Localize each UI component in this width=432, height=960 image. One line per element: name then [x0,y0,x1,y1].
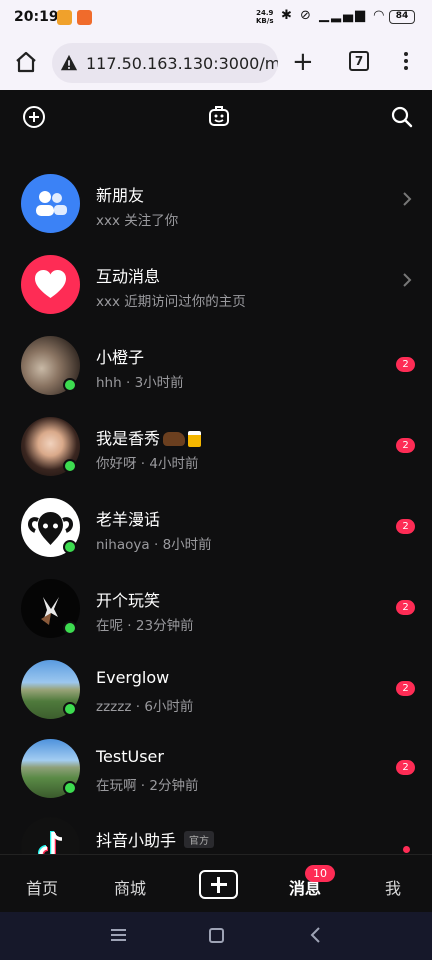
conversation-list: 新朋友 xxx 关注了你 互动消息 xxx 近期访问过你的主页 小橙子 hhh … [0,146,432,854]
chevron-right-icon [403,192,412,206]
system-navigation-bar [0,912,432,960]
conversation-name: Everglow [96,668,170,687]
tab-switcher-button[interactable]: 7 [349,51,369,71]
unread-badge: 2 [396,760,415,775]
home-button-icon[interactable] [209,928,224,943]
notification-app-icon-2 [77,10,92,25]
add-icon[interactable] [23,106,45,128]
status-bar: 20:19 24.9 KB/s ✱ ⊘ ▁▂▄▆ ◠ 84 [0,0,432,36]
tiktok-logo-icon [21,817,80,854]
bottom-nav: 首页 商城 消息 10 我 [0,854,432,912]
unread-dot [403,846,410,853]
nav-mall[interactable]: 商城 [114,875,146,899]
nav-me[interactable]: 我 [385,875,401,899]
messages-badge: 10 [305,865,335,882]
url-text[interactable]: 117.50.163.130:3000/messages [86,54,278,73]
online-indicator [63,781,77,795]
battery-icon: 84 [389,10,415,24]
online-indicator [63,702,77,716]
chevron-right-icon [403,273,412,287]
unread-badge: 2 [396,681,415,696]
unread-badge: 2 [396,357,415,372]
search-icon[interactable] [391,106,413,128]
conversation-preview: hhh · 3小时前 [96,375,184,391]
home-icon[interactable] [14,50,38,74]
network-speed: 24.9 KB/s [256,9,274,25]
official-tag: 官方 [184,831,215,848]
list-item-chat[interactable]: 我是香秀 你好呀 · 4小时前 2 [0,405,432,485]
conversation-name: 开个玩笑 [96,591,161,610]
list-item-new-friends[interactable]: 新朋友 xxx 关注了你 [0,162,432,242]
conversation-preview: 在呢 · 23分钟前 [96,618,194,634]
nav-home[interactable]: 首页 [26,875,58,899]
conversation-preview: 在玩啊 · 2分钟前 [96,778,199,794]
conversation-name: 小橙子 [96,348,145,367]
heart-icon [21,255,80,314]
new-tab-button[interactable]: + [292,49,314,75]
list-item-chat[interactable]: 老羊漫话 nihaoya · 8小时前 2 [0,486,432,566]
status-time: 20:19 [14,9,59,25]
users-icon [21,174,80,233]
unread-badge: 2 [396,600,415,615]
create-button[interactable] [199,870,238,899]
recent-apps-icon[interactable] [111,929,126,941]
online-indicator [63,459,77,473]
conversation-preview: nihaoya · 8小时前 [96,537,212,553]
list-item-chat[interactable]: 开个玩笑 在呢 · 23分钟前 2 [0,567,432,647]
beer-icon [188,431,202,447]
conversation-name: 新朋友 [96,186,145,205]
back-icon[interactable] [309,927,323,943]
conversation-preview: zzzzz · 6小时前 [96,699,194,715]
list-item-assistant[interactable]: 抖音小助手 官方 [0,805,432,854]
conversation-name: 老羊漫话 [96,510,161,529]
list-item-chat[interactable]: Everglow zzzzz · 6小时前 2 [0,648,432,728]
conversation-subtitle: xxx 关注了你 [96,213,179,229]
list-item-chat[interactable]: 小橙子 hhh · 3小时前 2 [0,324,432,404]
online-indicator [63,378,77,392]
conversation-name: TestUser [96,747,164,766]
list-item-interactions[interactable]: 互动消息 xxx 近期访问过你的主页 [0,243,432,323]
status-indicators: ✱ ⊘ ▁▂▄▆ ◠ [281,8,387,23]
unread-badge: 2 [396,519,415,534]
browser-toolbar: 117.50.163.130:3000/messages + 7 [0,36,432,90]
online-indicator [63,621,77,635]
conversation-name: 互动消息 [96,267,161,286]
address-bar[interactable]: 117.50.163.130:3000/messages [52,43,278,83]
conversation-name: 抖音小助手 官方 [96,827,215,851]
online-indicator [63,540,77,554]
notification-app-icon [57,10,72,25]
unread-badge: 2 [396,438,415,453]
bot-icon[interactable] [208,106,230,126]
list-item-chat[interactable]: TestUser 在玩啊 · 2分钟前 2 [0,727,432,807]
browser-menu-icon[interactable] [402,50,410,74]
conversation-subtitle: xxx 近期访问过你的主页 [96,294,246,310]
bull-icon [163,432,186,446]
warning-icon[interactable] [60,54,78,72]
conversation-name: 我是香秀 [96,425,202,449]
messages-header [0,90,432,146]
conversation-preview: 你好呀 · 4小时前 [96,456,199,472]
